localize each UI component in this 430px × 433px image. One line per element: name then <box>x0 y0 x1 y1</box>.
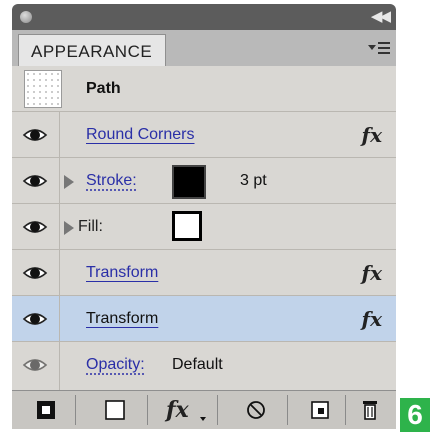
duplicate-item-button[interactable] <box>294 395 346 425</box>
eye-icon <box>22 308 48 330</box>
close-button[interactable] <box>20 11 32 23</box>
transform-link[interactable]: Transform <box>86 296 158 342</box>
step-number-badge: 6 <box>400 398 430 432</box>
effect-row-transform[interactable]: Transform fx <box>12 250 396 296</box>
stroke-weight-value[interactable]: 3 pt <box>240 158 267 204</box>
eye-icon <box>22 216 48 238</box>
menu-lines-icon-bar <box>378 52 390 54</box>
trash-icon <box>346 395 394 425</box>
clear-appearance-button[interactable] <box>224 395 288 425</box>
fx-icon: fx <box>361 296 382 342</box>
stroke-link[interactable]: Stroke: <box>86 158 137 204</box>
add-new-fill-button[interactable] <box>82 395 148 425</box>
path-thumbnail <box>24 70 62 108</box>
fx-icon: fx <box>361 250 382 296</box>
fill-label[interactable]: Fill: <box>78 204 103 250</box>
fx-icon: fx <box>361 112 382 158</box>
stroke-row[interactable]: Stroke: 3 pt <box>12 158 396 204</box>
panel-titlebar: ◀◀ <box>12 4 396 30</box>
visibility-toggle[interactable] <box>12 158 60 203</box>
panel-menu-button[interactable] <box>368 38 392 58</box>
add-new-effect-button[interactable]: fx <box>154 395 218 425</box>
fill-square-icon <box>82 395 148 425</box>
eye-icon <box>22 124 48 146</box>
visibility-toggle[interactable] <box>12 204 60 249</box>
duplicate-icon <box>294 395 346 425</box>
effect-row-transform-selected[interactable]: Transform fx <box>12 296 396 342</box>
opacity-link[interactable]: Opacity: <box>86 342 145 388</box>
path-row[interactable]: Path <box>12 66 396 112</box>
eye-icon <box>22 262 48 284</box>
appearance-panel: ◀◀ APPEARANCE Path Round Corners fx Stro… <box>12 4 396 428</box>
visibility-toggle[interactable] <box>12 296 60 341</box>
menu-lines-icon-bar <box>378 47 390 49</box>
clear-icon <box>224 395 288 425</box>
visibility-toggle[interactable] <box>12 342 60 390</box>
menu-lines-icon <box>378 42 390 44</box>
eye-icon <box>22 354 48 376</box>
stroke-color-swatch[interactable] <box>172 165 206 199</box>
delete-item-button[interactable] <box>346 395 394 425</box>
opacity-row[interactable]: Opacity: Default <box>12 342 396 390</box>
visibility-toggle[interactable] <box>12 250 60 295</box>
collapse-panel-button[interactable]: ◀◀ <box>371 7 388 25</box>
effect-row-round-corners[interactable]: Round Corners fx <box>12 112 396 158</box>
add-new-stroke-button[interactable] <box>16 395 76 425</box>
tab-appearance[interactable]: APPEARANCE <box>18 34 166 68</box>
tab-strip: APPEARANCE <box>12 30 396 66</box>
appearance-list: Path Round Corners fx Stroke: 3 pt Fill:… <box>12 66 396 390</box>
bottom-toolbar: fx <box>12 390 396 429</box>
path-label: Path <box>86 66 121 112</box>
disclosure-triangle-icon[interactable] <box>64 221 74 235</box>
transform-link[interactable]: Transform <box>86 250 158 296</box>
visibility-toggle[interactable] <box>12 112 60 157</box>
fill-color-swatch[interactable] <box>172 211 202 241</box>
fx-dropdown-arrow-icon <box>154 395 218 425</box>
menu-arrow-icon <box>368 45 376 50</box>
round-corners-link[interactable]: Round Corners <box>86 112 195 158</box>
stroke-square-icon <box>16 395 76 425</box>
eye-icon <box>22 170 48 192</box>
fill-row[interactable]: Fill: <box>12 204 396 250</box>
opacity-value: Default <box>172 342 223 388</box>
disclosure-triangle-icon[interactable] <box>64 175 74 189</box>
